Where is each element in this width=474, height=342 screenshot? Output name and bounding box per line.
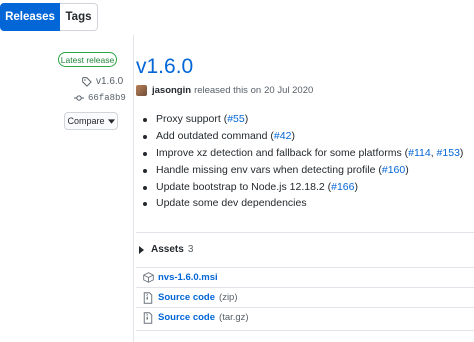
tab-tags[interactable]: Tags [60,3,98,31]
release-byline: jasongin released this on 20 Jul 2020 [136,85,313,96]
latest-release-badge: Latest release [58,52,117,67]
asset-link[interactable]: Source code [158,312,215,323]
release-notes: Proxy support (#55) Add outdated command… [141,111,463,212]
note-text: Update some dev dependencies [156,197,307,210]
note-tail: ) [459,146,464,159]
author-link[interactable]: jasongin [152,85,191,96]
compare-button[interactable]: Compare [64,112,118,130]
note-text: Update bootstrap to Node.js 12.18.2 ( [156,180,332,193]
asset-format: (tar.gz) [219,312,249,323]
release-title[interactable]: v1.6.0 [136,55,193,79]
list-item: Update bootstrap to Node.js 12.18.2 (#16… [141,179,463,196]
divider [136,330,474,331]
caret-right-icon [139,245,144,254]
asset-row: nvs-1.6.0.msi [136,267,474,287]
tag-icon [82,76,92,87]
asset-row: Source code (tar.gz) [136,307,474,327]
compare-label: Compare [67,116,105,126]
released-text: released this on [194,85,262,96]
issue-link[interactable]: #114 [408,147,431,159]
issue-link[interactable]: #42 [274,130,292,142]
note-text: Improve xz detection and fallback for so… [156,146,409,159]
note-tail: ) [291,129,295,142]
column-divider [133,35,134,342]
note-text: Proxy support ( [156,113,228,125]
package-icon [142,272,154,283]
commit-link[interactable]: 66fa8b9 [74,93,126,103]
chevron-down-icon [107,118,115,124]
release-date: 20 Jul 2020 [264,85,314,96]
file-zip-icon [142,311,154,324]
issue-link[interactable]: #160 [382,164,405,176]
commit-sha: 66fa8b9 [88,93,126,103]
list-item: Update some dev dependencies [141,195,463,212]
divider [136,232,474,233]
commit-icon [74,95,84,101]
note-tail: ) [354,180,358,193]
asset-row: Source code (zip) [136,287,474,307]
release-tabs: Releases Tags [0,3,98,31]
avatar[interactable] [136,85,147,96]
list-item: Add outdated command (#42) [141,128,463,145]
issue-link[interactable]: #153 [437,147,460,159]
list-item: Handle missing env vars when detecting p… [141,162,463,179]
assets-label: Assets [151,244,184,255]
note-text: Handle missing env vars when detecting p… [156,163,382,176]
note-tail: ) [405,163,409,176]
tag-name: v1.6.0 [96,76,124,87]
note-text: Add outdated command ( [156,129,274,142]
asset-format: (zip) [219,292,238,303]
issue-link[interactable]: #166 [331,181,354,193]
file-zip-icon [142,291,154,304]
tag-link[interactable]: v1.6.0 [82,76,123,87]
note-tail: ) [244,113,249,125]
asset-link[interactable]: Source code [158,292,215,303]
list-item: Proxy support (#55) [141,111,463,128]
assets-toggle[interactable]: Assets 3 [136,244,193,255]
issue-link[interactable]: #55 [227,113,245,125]
asset-link[interactable]: nvs-1.6.0.msi [158,272,218,283]
tab-releases[interactable]: Releases [0,3,60,31]
assets-count: 3 [187,244,194,255]
list-item: Improve xz detection and fallback for so… [141,145,463,162]
